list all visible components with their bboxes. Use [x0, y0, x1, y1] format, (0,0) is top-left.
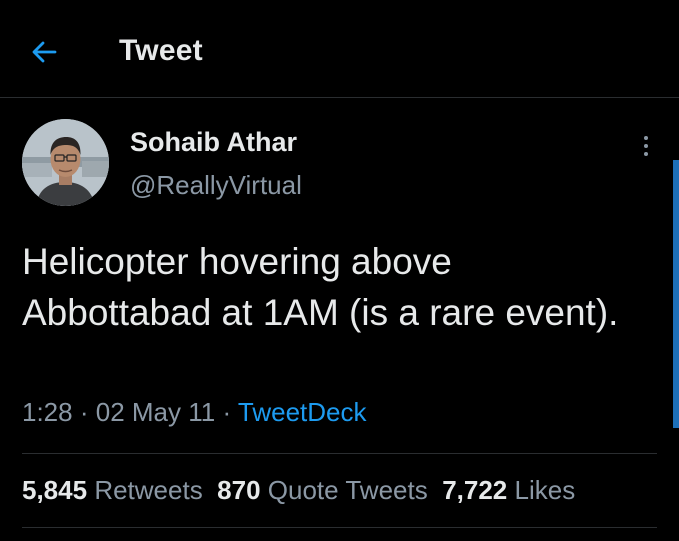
quote-tweets-stat[interactable]: 870 Quote Tweets	[217, 475, 428, 505]
tweet-time: 1:28	[22, 397, 73, 427]
quote-tweets-count: 870	[217, 475, 261, 505]
divider	[22, 527, 657, 528]
scrollbar[interactable]	[673, 160, 679, 428]
author-name[interactable]: Sohaib Athar	[130, 127, 297, 158]
back-button[interactable]	[28, 36, 60, 68]
quote-tweets-label: Quote Tweets	[267, 475, 428, 505]
page-title: Tweet	[119, 34, 203, 67]
divider	[22, 453, 657, 454]
likes-stat[interactable]: 7,722 Likes	[442, 475, 575, 505]
meta-separator: ·	[222, 397, 232, 427]
retweets-label: Retweets	[94, 475, 203, 505]
tweet-source-link[interactable]: TweetDeck	[238, 397, 367, 427]
tweet-date: 02 May 11	[95, 397, 216, 427]
meta-separator: ·	[79, 397, 89, 427]
vertical-ellipsis-icon	[644, 136, 648, 140]
tweet-text: Helicopter hovering above Abbottabad at …	[22, 241, 619, 333]
retweets-stat[interactable]: 5,845 Retweets	[22, 475, 203, 505]
retweets-count: 5,845	[22, 475, 88, 505]
top-bar: Tweet	[0, 0, 679, 98]
more-options-button[interactable]	[632, 128, 660, 164]
ellipsis-dot	[644, 144, 648, 148]
avatar[interactable]	[22, 119, 109, 206]
arrow-left-icon	[32, 41, 57, 63]
tweet-meta: 1:28 · 02 May 11 · TweetDeck	[22, 397, 367, 428]
tweet-stats: 5,845 Retweets 870 Quote Tweets 7,722 Li…	[22, 475, 575, 506]
likes-count: 7,722	[442, 475, 508, 505]
profile-photo	[22, 119, 109, 206]
likes-label: Likes	[514, 475, 576, 505]
ellipsis-dot	[644, 152, 648, 156]
author-handle[interactable]: @ReallyVirtual	[130, 170, 302, 201]
